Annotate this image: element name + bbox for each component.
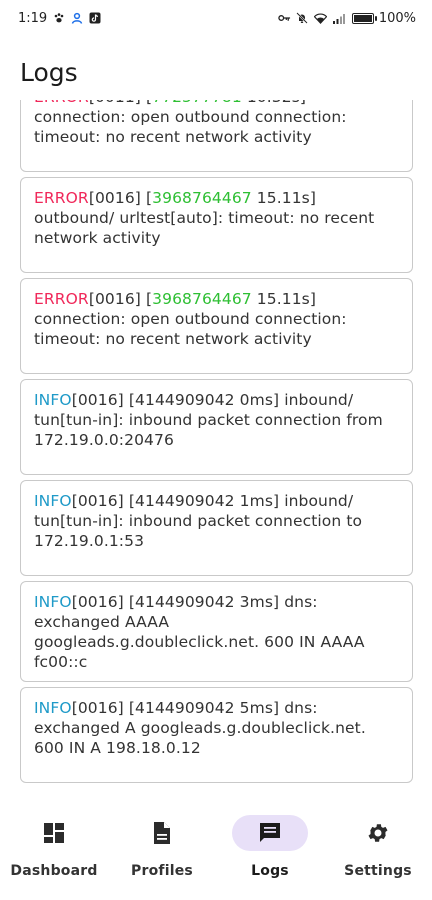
nav-item-settings[interactable]: Settings (324, 815, 432, 879)
log-level: INFO (34, 492, 72, 510)
log-level: INFO (34, 391, 72, 409)
log-id: 4144909042 (135, 492, 235, 510)
paw-icon (52, 12, 65, 25)
log-message: connection: open outbound connection: ti… (34, 108, 347, 146)
log-id: 4144909042 (135, 593, 235, 611)
log-entry: ERROR[0011] [772577781 10.32s] connectio… (20, 100, 413, 172)
log-entry: INFO[0016] [4144909042 0ms] inbound/ tun… (20, 379, 413, 475)
log-tag: [0016] (71, 699, 124, 717)
status-right: 100% (278, 11, 416, 26)
tiktok-icon (88, 12, 101, 25)
bell-off-icon (296, 12, 309, 25)
log-entry: INFO[0016] [4144909042 5ms] dns: exchang… (20, 687, 413, 783)
log-duration: 10.32s (247, 100, 300, 106)
log-duration: 5ms (239, 699, 274, 717)
nav-pill-settings (340, 815, 416, 851)
log-tag: [0016] (71, 391, 124, 409)
status-left: 1:19 (18, 11, 101, 26)
log-id: 4144909042 (135, 391, 235, 409)
log-entry: INFO[0016] [4144909042 3ms] dns: exchang… (20, 581, 413, 682)
log-entry: ERROR[0016] [3968764467 15.11s] outbound… (20, 177, 413, 273)
nav-label-dashboard: Dashboard (10, 863, 98, 879)
nav-label-settings: Settings (344, 863, 412, 879)
status-bar: 1:19 100% (0, 0, 432, 36)
nav-pill-dashboard (16, 815, 92, 851)
battery-fill (353, 14, 372, 22)
nav-pill-logs (232, 815, 308, 851)
log-level: ERROR (34, 189, 89, 207)
log-tag: [0016] (71, 593, 124, 611)
log-entry: ERROR[0016] [3968764467 15.11s] connecti… (20, 278, 413, 374)
nav-label-profiles: Profiles (131, 863, 193, 879)
log-id: 3968764467 (152, 189, 252, 207)
page-title: Logs (20, 58, 78, 87)
log-level: INFO (34, 593, 72, 611)
message-icon (259, 822, 281, 844)
battery-icon (351, 12, 377, 24)
key-icon (278, 12, 291, 25)
bottom-navigation: Dashboard Profiles Logs Settings (0, 795, 432, 900)
log-duration: 15.11s (256, 290, 310, 308)
log-message: connection: open outbound connection: ti… (34, 310, 347, 348)
wifi-icon (313, 12, 327, 25)
log-tag: [0016] (88, 189, 141, 207)
log-id: 3968764467 (152, 290, 252, 308)
log-duration: 0ms (239, 391, 274, 409)
log-tag: [0016] (71, 492, 124, 510)
nav-label-logs: Logs (251, 863, 289, 879)
log-entry: INFO[0016] [4144909042 1ms] inbound/ tun… (20, 480, 413, 576)
nav-item-dashboard[interactable]: Dashboard (0, 815, 108, 879)
log-tag: [0016] (88, 290, 141, 308)
log-list: ERROR[0011] [772577781 10.32s] connectio… (20, 100, 413, 788)
nav-item-logs[interactable]: Logs (216, 815, 324, 879)
battery-percent: 100% (378, 10, 416, 26)
log-level: ERROR (34, 100, 89, 106)
nav-item-profiles[interactable]: Profiles (108, 815, 216, 879)
log-tag: [0011] (89, 100, 141, 106)
gear-icon (366, 821, 390, 845)
log-message: outbound/ urltest[auto]: timeout: no rec… (34, 209, 375, 247)
status-time: 1:19 (18, 10, 48, 26)
log-level: INFO (34, 699, 72, 717)
log-id: 4144909042 (135, 699, 235, 717)
log-id: 772577781 (152, 100, 242, 106)
account-icon (70, 12, 83, 25)
nav-pill-profiles (124, 815, 200, 851)
log-scroll-area[interactable]: ERROR[0011] [772577781 10.32s] connectio… (0, 100, 432, 795)
file-icon (152, 821, 172, 845)
log-duration: 3ms (239, 593, 274, 611)
log-duration: 15.11s (256, 189, 310, 207)
dashboard-icon (43, 822, 65, 844)
log-duration: 1ms (239, 492, 274, 510)
log-level: ERROR (34, 290, 89, 308)
signal-icon (332, 12, 345, 25)
